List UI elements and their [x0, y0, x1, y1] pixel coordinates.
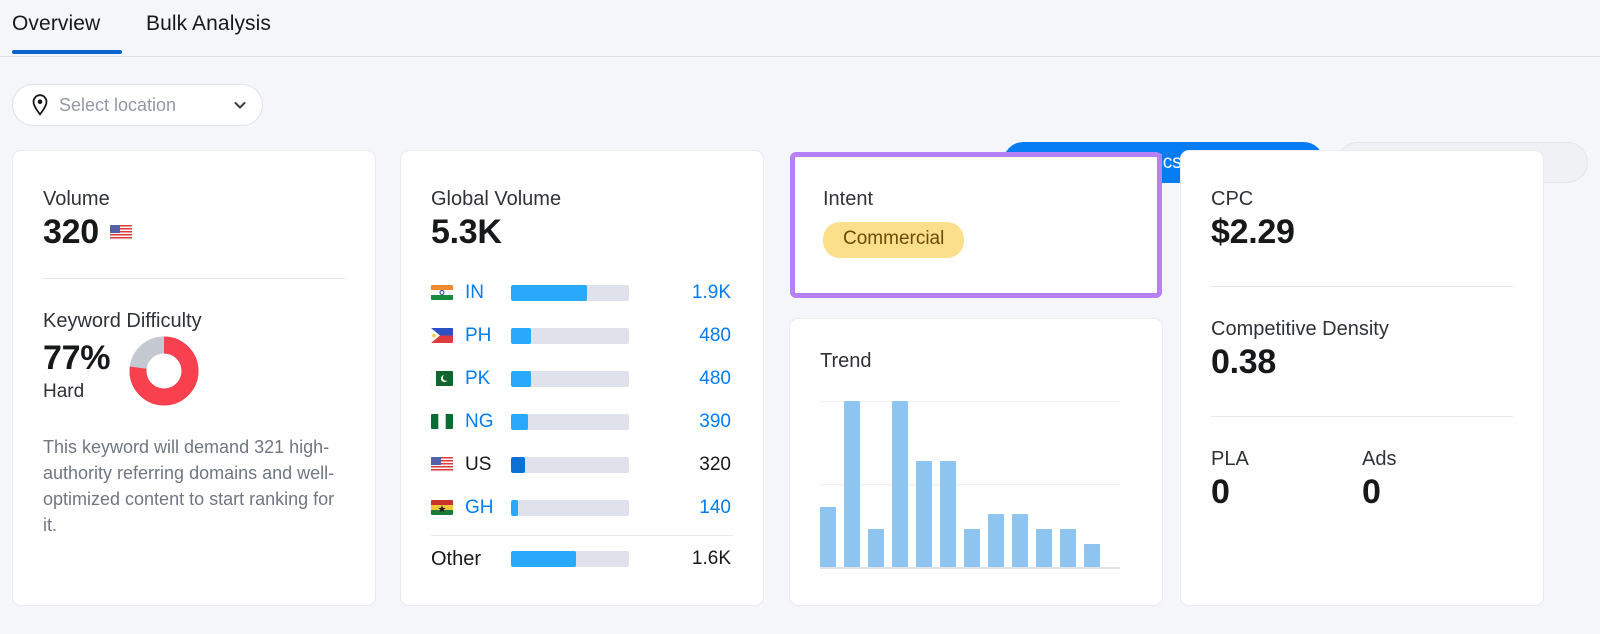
- intent-chip[interactable]: Commercial: [823, 222, 964, 258]
- trend-bar: [820, 507, 836, 567]
- trend-bar: [1036, 529, 1052, 567]
- trend-bar: [964, 529, 980, 567]
- ads-block: Ads 0: [1362, 447, 1513, 513]
- keyword-difficulty-value: 77%: [43, 337, 110, 379]
- keyword-difficulty-label: Keyword Difficulty: [43, 309, 345, 333]
- us-flag-icon: [431, 457, 455, 472]
- country-row: IN 1.9K: [431, 271, 733, 314]
- country-volume-value: 320: [629, 454, 733, 476]
- chevron-down-icon: [232, 97, 248, 113]
- other-countries-row: Other 1.6K: [431, 536, 733, 582]
- country-code[interactable]: NG: [455, 411, 511, 433]
- country-volume-value[interactable]: 390: [629, 411, 733, 433]
- country-volume-value[interactable]: 480: [629, 368, 733, 390]
- cpc-card: CPC $2.29 Competitive Density 0.38 PLA 0…: [1180, 150, 1544, 606]
- country-volume-bar: [511, 414, 629, 430]
- keyword-difficulty-donut: [128, 335, 200, 412]
- volume-value: 320: [43, 211, 99, 253]
- trend-bar: [868, 529, 884, 567]
- tab-bulk-analysis[interactable]: Bulk Analysis: [146, 10, 271, 38]
- trend-bar: [916, 461, 932, 567]
- trend-chart: [820, 401, 1120, 569]
- trend-card: Trend: [789, 318, 1163, 606]
- global-volume-card: Global Volume 5.3K IN 1.9K PH 480 PK 480 NG 390…: [400, 150, 764, 606]
- us-flag-icon: [110, 225, 132, 240]
- ads-label: Ads: [1362, 447, 1513, 471]
- cpc-divider-2: [1211, 416, 1513, 417]
- keyword-difficulty-level: Hard: [43, 381, 110, 403]
- trend-bar: [940, 461, 956, 567]
- trend-bars: [820, 401, 1120, 567]
- country-volume-value[interactable]: 1.9K: [629, 282, 733, 304]
- cpc-value: $2.29: [1211, 211, 1513, 253]
- trend-bar: [988, 514, 1004, 567]
- country-volume-bar: [511, 285, 629, 301]
- pk-flag-icon: [431, 371, 455, 386]
- active-tab-indicator: [12, 50, 122, 54]
- country-volume-bar: [511, 457, 629, 473]
- volume-divider: [43, 278, 345, 279]
- cpc-label: CPC: [1211, 187, 1513, 211]
- country-code[interactable]: IN: [455, 282, 511, 304]
- volume-label: Volume: [43, 187, 345, 211]
- country-volume-value[interactable]: 140: [629, 497, 733, 519]
- intent-card: Intent Commercial: [790, 152, 1162, 298]
- country-volume-bar: [511, 328, 629, 344]
- global-volume-value: 5.3K: [431, 211, 733, 253]
- location-placeholder: Select location: [59, 95, 223, 116]
- country-row: PH 480: [431, 314, 733, 357]
- chart-baseline: [820, 567, 1120, 569]
- ng-flag-icon: [431, 414, 455, 429]
- ph-flag-icon: [431, 328, 455, 343]
- competitive-density-label: Competitive Density: [1211, 317, 1513, 341]
- toolbar: Select location Update metrics 1/1,000: [0, 57, 1600, 143]
- country-volume-bar: [511, 371, 629, 387]
- trend-bar: [1060, 529, 1076, 567]
- intent-label: Intent: [823, 187, 1129, 211]
- country-code[interactable]: PK: [455, 368, 511, 390]
- trend-bar: [892, 401, 908, 567]
- pla-block: PLA 0: [1211, 447, 1362, 513]
- competitive-density-block: Competitive Density 0.38: [1211, 317, 1513, 383]
- competitive-density-value: 0.38: [1211, 341, 1513, 383]
- trend-bar: [844, 401, 860, 567]
- volume-card: Volume 320 Keywor: [12, 150, 376, 606]
- gh-flag-icon: [431, 500, 455, 515]
- tab-overview[interactable]: Overview: [12, 10, 100, 38]
- pla-value: 0: [1211, 471, 1362, 513]
- pla-ads-row: PLA 0 Ads 0: [1211, 447, 1513, 513]
- trend-label: Trend: [820, 349, 1132, 373]
- country-code[interactable]: GH: [455, 497, 511, 519]
- other-volume-value: 1.6K: [629, 548, 733, 570]
- country-code: US: [455, 454, 511, 476]
- country-volume-bar: [511, 500, 629, 516]
- country-list: IN 1.9K PH 480 PK 480 NG 390 US 320 GH 140: [431, 271, 733, 529]
- keyword-difficulty-description: This keyword will demand 321 high-author…: [43, 434, 343, 538]
- keyword-overview-page: Overview Bulk Analysis Select location: [0, 0, 1600, 634]
- country-row: PK 480: [431, 357, 733, 400]
- location-select[interactable]: Select location: [12, 84, 263, 126]
- country-volume-value[interactable]: 480: [629, 325, 733, 347]
- in-flag-icon: [431, 285, 455, 300]
- country-row: US 320: [431, 443, 733, 486]
- country-row: NG 390: [431, 400, 733, 443]
- cpc-divider-1: [1211, 286, 1513, 287]
- country-row: GH 140: [431, 486, 733, 529]
- trend-bar: [1084, 544, 1100, 567]
- country-code[interactable]: PH: [455, 325, 511, 347]
- ads-value: 0: [1362, 471, 1513, 513]
- other-volume-bar: [511, 551, 629, 567]
- other-label: Other: [431, 548, 511, 571]
- location-pin-icon: [30, 94, 50, 116]
- global-volume-label: Global Volume: [431, 187, 733, 211]
- pla-label: PLA: [1211, 447, 1362, 471]
- keyword-difficulty-block: Keyword Difficulty 77% Hard This keyword…: [43, 309, 345, 538]
- tab-bar: Overview Bulk Analysis: [0, 0, 1600, 57]
- trend-bar: [1012, 514, 1028, 567]
